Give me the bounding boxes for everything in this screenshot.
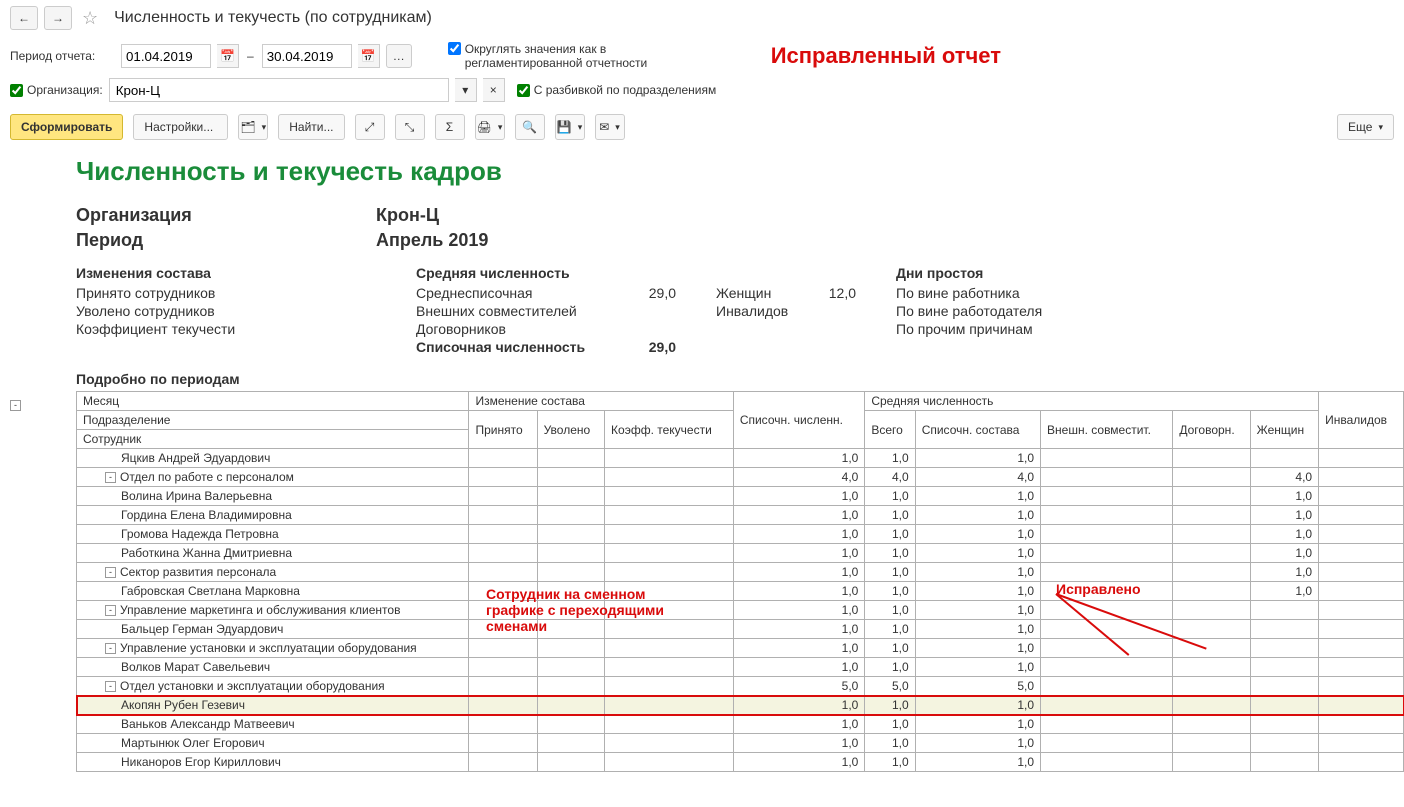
find-button[interactable]: Найти... (278, 114, 344, 140)
preview-button[interactable]: 🔍 (515, 114, 545, 140)
save-button[interactable]: 💾 (555, 114, 585, 140)
col-total: Всего (865, 411, 915, 449)
sum-icon[interactable]: Σ (435, 114, 465, 140)
changes-head: Изменения состава (76, 265, 376, 281)
fired-label: Уволено сотрудников (76, 303, 376, 319)
table-row[interactable]: Яцкив Андрей Эдуардович1,01,01,0 (77, 449, 1404, 468)
women-val: 12,0 (829, 285, 856, 301)
org-input[interactable] (109, 78, 449, 102)
col-avg: Средняя численность (865, 392, 1319, 411)
tree-toggle[interactable]: - (10, 400, 21, 411)
table-row[interactable]: -Управление маркетинга и обслуживания кл… (77, 601, 1404, 620)
col-change: Изменение состава (469, 392, 733, 411)
col-list: Списочн. численн. (733, 392, 865, 449)
table-row[interactable]: Акопян Рубен Гезевич1,01,01,0 (77, 696, 1404, 715)
tree-gutter: - (0, 146, 36, 772)
nav-back-button[interactable]: ← (10, 6, 38, 30)
tree-toggle[interactable]: - (105, 567, 116, 578)
settings-button[interactable]: Настройки... (133, 114, 228, 140)
table-row[interactable]: Волина Ирина Валерьевна1,01,01,01,0 (77, 487, 1404, 506)
downtime-head: Дни простоя (896, 265, 1096, 281)
list-count-val: 29,0 (649, 339, 676, 355)
favorite-star-icon[interactable]: ☆ (82, 8, 98, 29)
col-turnover: Коэфф. текучести (605, 411, 734, 449)
table-row[interactable]: Мартынюк Олег Егорович1,01,01,0 (77, 734, 1404, 753)
date-from-picker-button[interactable]: 📅 (217, 44, 239, 68)
col-external: Внешн. совместит. (1041, 411, 1173, 449)
avg-head: Средняя численность (416, 265, 676, 281)
period-meta-label: Период (76, 230, 376, 251)
org-meta-label: Организация (76, 205, 376, 226)
more-button[interactable]: Еще (1337, 114, 1394, 140)
col-disabled: Инвалидов (1319, 392, 1404, 449)
data-table: Месяц Изменение состава Списочн. численн… (76, 391, 1404, 772)
org-clear-button[interactable]: × (483, 78, 505, 102)
col-fired: Уволено (537, 411, 604, 449)
org-meta-value: Крон-Ц (376, 205, 439, 226)
tree-toggle[interactable]: - (105, 605, 116, 616)
col-month: Месяц (77, 392, 469, 411)
section-periods: Подробно по периодам (76, 371, 1404, 387)
col-hired: Принято (469, 411, 537, 449)
by-dept-label: С разбивкой по подразделениям (534, 83, 717, 97)
table-row[interactable]: -Отдел установки и эксплуатации оборудов… (77, 677, 1404, 696)
avg-list-val: 29,0 (649, 285, 676, 301)
col-women: Женщин (1250, 411, 1318, 449)
by-dept-checkbox[interactable] (517, 84, 530, 97)
date-from-input[interactable] (121, 44, 211, 68)
page-title: Численность и текучесть (по сотрудникам) (114, 9, 432, 27)
period-meta-value: Апрель 2019 (376, 230, 488, 251)
tree-toggle[interactable]: - (105, 681, 116, 692)
table-row[interactable]: -Сектор развития персонала1,01,01,01,0 (77, 563, 1404, 582)
expand-icon[interactable]: ⤢ (355, 114, 385, 140)
report-title: Численность и текучесть кадров (76, 156, 1404, 187)
fixed-annotation: Исправлено (1056, 581, 1141, 597)
shift-annotation: Сотрудник на сменном графике с переходящ… (486, 586, 706, 634)
date-to-picker-button[interactable]: 📅 (358, 44, 380, 68)
table-row[interactable]: Ваньков Александр Матвеевич1,01,01,0 (77, 715, 1404, 734)
variants-button[interactable]: 🗂 (238, 114, 268, 140)
round-label: Округлять значения как в регламентирован… (465, 42, 685, 70)
table-row[interactable]: Бальцер Герман Эдуардович1,01,01,0 (77, 620, 1404, 639)
table-row[interactable]: Никаноров Егор Кириллович1,01,01,0 (77, 753, 1404, 772)
table-row[interactable]: Гордина Елена Владимировна1,01,01,01,0 (77, 506, 1404, 525)
col-list2: Списочн. состава (915, 411, 1040, 449)
table-row[interactable]: Работкина Жанна Дмитриевна1,01,01,01,0 (77, 544, 1404, 563)
table-row[interactable]: -Отдел по работе с персоналом4,04,04,04,… (77, 468, 1404, 487)
date-to-input[interactable] (262, 44, 352, 68)
col-employee: Сотрудник (77, 430, 469, 449)
table-row[interactable]: Волков Марат Савельевич1,01,01,0 (77, 658, 1404, 677)
nav-forward-button[interactable]: → (44, 6, 72, 30)
round-checkbox[interactable] (448, 42, 461, 55)
org-checkbox[interactable] (10, 84, 23, 97)
table-row[interactable]: Габровская Светлана Марковна1,01,01,01,0 (77, 582, 1404, 601)
hired-label: Принято сотрудников (76, 285, 376, 301)
collapse-icon[interactable]: ⤡ (395, 114, 425, 140)
print-button[interactable]: 🖨 (475, 114, 505, 140)
tree-toggle[interactable]: - (105, 643, 116, 654)
fixed-report-note: Исправленный отчет (771, 43, 1001, 69)
org-label: Организация: (27, 83, 103, 97)
send-button[interactable]: ✉ (595, 114, 625, 140)
tree-toggle[interactable]: - (105, 472, 116, 483)
form-button[interactable]: Сформировать (10, 114, 123, 140)
period-select-button[interactable]: … (386, 44, 412, 68)
period-label: Период отчета: (10, 49, 115, 63)
col-contract: Договорн. (1173, 411, 1250, 449)
table-row[interactable]: Громова Надежда Петровна1,01,01,01,0 (77, 525, 1404, 544)
org-dropdown-button[interactable]: ▾ (455, 78, 477, 102)
col-dept: Подразделение (77, 411, 469, 430)
turnover-label: Коэффициент текучести (76, 321, 376, 337)
